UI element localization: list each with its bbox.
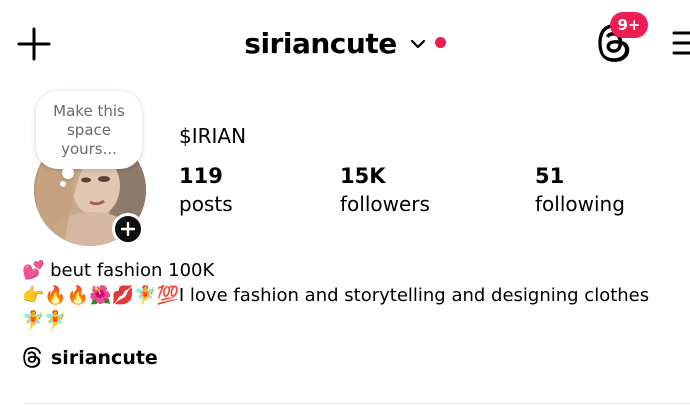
followers-label: followers — [340, 192, 430, 216]
display-name: $IRIAN — [179, 124, 247, 148]
posts-count: 119 — [179, 164, 223, 188]
divider — [24, 403, 690, 404]
chevron-down-icon[interactable] — [409, 35, 427, 53]
threads-icon — [23, 347, 42, 368]
unread-dot — [434, 36, 446, 48]
following-count: 51 — [535, 164, 565, 188]
profile-note[interactable]: Make this space yours... — [36, 91, 142, 169]
stat-following[interactable]: 51 following — [535, 163, 625, 219]
add-story-button[interactable] — [112, 213, 144, 245]
notification-badge: 9+ — [610, 12, 648, 38]
stat-followers[interactable]: 15K followers — [340, 163, 430, 219]
bio-line: 💕 beut fashion 100K — [22, 260, 215, 281]
plus-icon — [121, 222, 135, 236]
bio-line: 🧚🧚 — [22, 310, 67, 331]
following-label: following — [535, 192, 625, 216]
header-username[interactable]: siriancute — [244, 27, 397, 60]
bio-line: 👉🔥🔥🌺💋🧚💯I love fashion and storytelling a… — [22, 285, 650, 306]
profile-page: siriancute 9+ Make this space yours... $… — [0, 0, 690, 406]
account-switcher[interactable]: siriancute — [0, 22, 690, 64]
stat-posts[interactable]: 119 posts — [179, 163, 233, 219]
threads-profile-link[interactable]: siriancute — [22, 347, 158, 369]
note-tail-dot — [60, 181, 66, 187]
hamburger-menu-icon[interactable] — [672, 28, 690, 58]
bio: 💕 beut fashion 100K 👉🔥🔥🌺💋🧚💯I love fashio… — [22, 258, 690, 333]
threads-handle[interactable]: siriancute — [51, 347, 158, 369]
posts-label: posts — [179, 192, 233, 216]
note-tail-dot — [62, 167, 74, 179]
followers-count: 15K — [340, 164, 386, 188]
